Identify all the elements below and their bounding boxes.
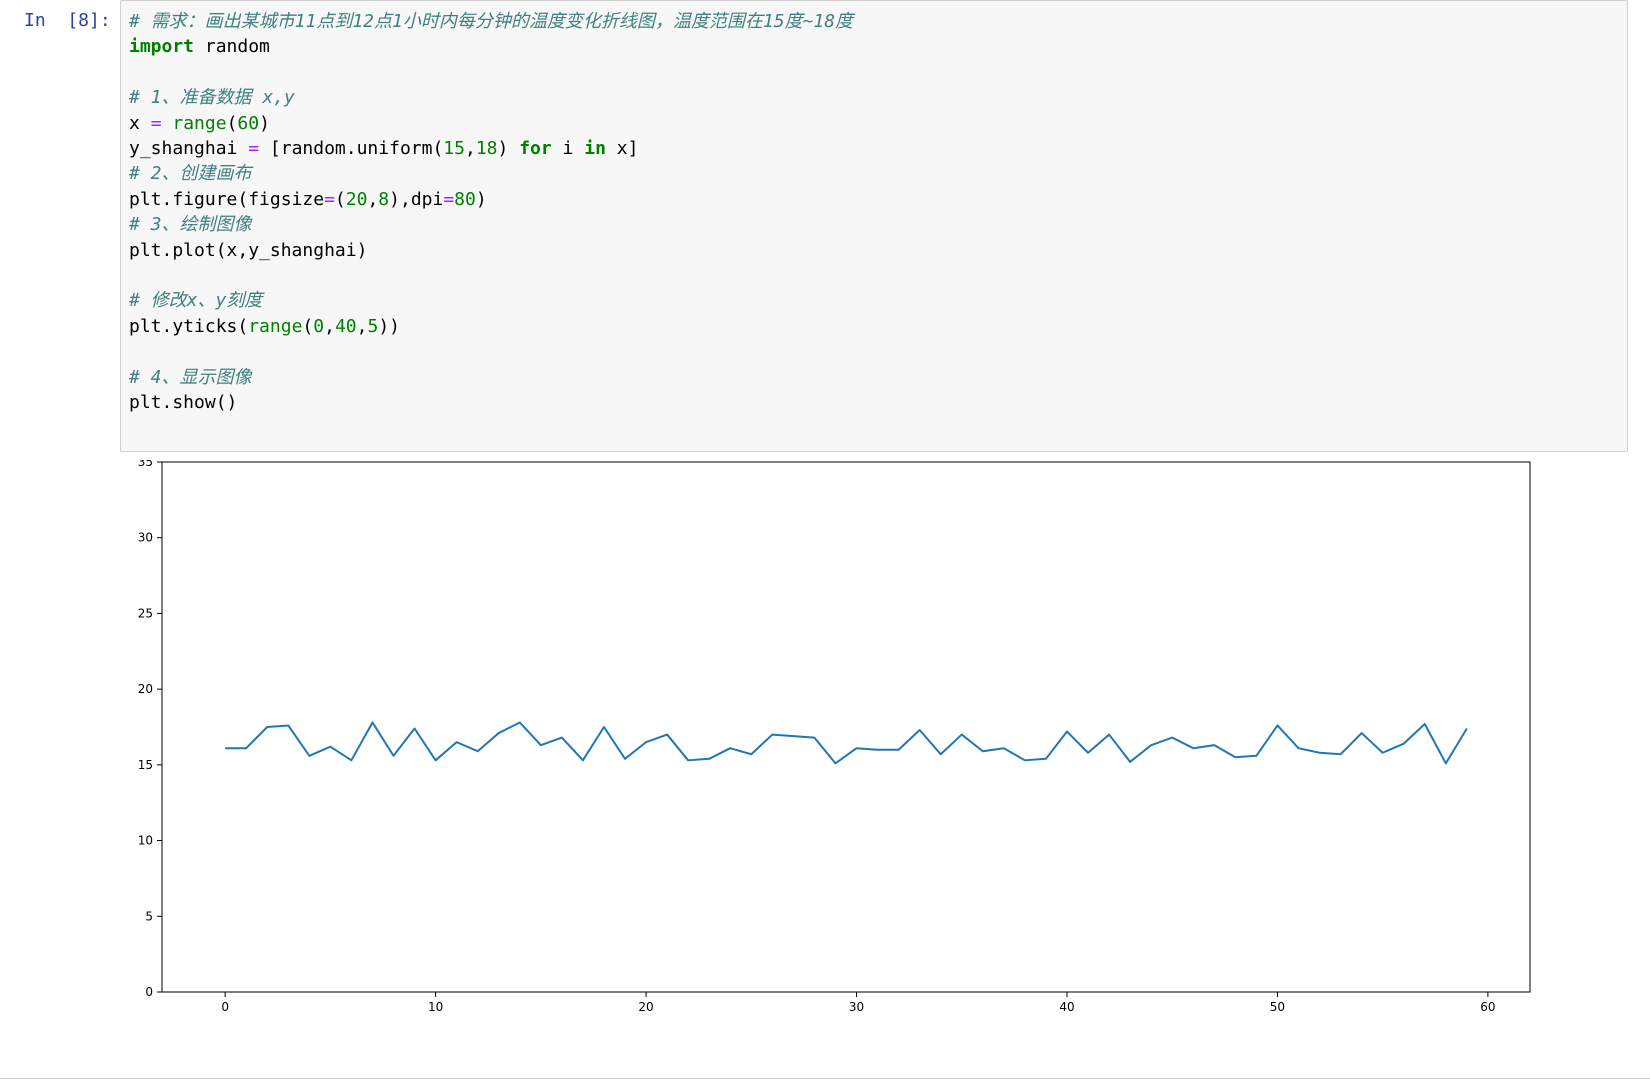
cell-divider <box>0 1078 1650 1079</box>
y-tick-label-35: 35 <box>138 460 153 469</box>
cell-output: 0 5 10 15 20 25 30 35 0 10 20 30 40 50 60 <box>120 455 1640 1080</box>
cell-prompt: In [8]: <box>24 10 111 31</box>
line-chart: 0 5 10 15 20 25 30 35 0 10 20 30 40 50 60 <box>138 455 1531 1014</box>
code-line-15: # 4、显示图像 <box>129 366 252 388</box>
code-line-8: plt.figure(figsize=(20,8),dpi=80) <box>129 188 487 210</box>
x-tick-label-0: 0 <box>221 1000 229 1014</box>
x-tick-label-30: 30 <box>849 1000 864 1014</box>
y-tick-label-0: 0 <box>145 985 153 999</box>
code-line-2: import random <box>129 36 270 58</box>
y-tick-label-30: 30 <box>138 531 153 545</box>
series-line-0 <box>225 721 1468 765</box>
code-line-9: # 3、绘制图像 <box>129 214 252 236</box>
code-line-13: plt.yticks(range(0,40,5)) <box>129 315 400 337</box>
code-line-10: plt.plot(x,y_shanghai) <box>129 239 368 261</box>
x-tick-label-50: 50 <box>1270 1000 1285 1014</box>
y-tick-label-5: 5 <box>145 909 153 923</box>
x-tick-label-40: 40 <box>1059 1000 1074 1014</box>
x-tick-label-20: 20 <box>638 1000 653 1014</box>
plot-frame <box>161 461 1531 993</box>
y-tick-label-25: 25 <box>138 606 153 620</box>
code-line-12: # 修改x、y刻度 <box>129 290 263 312</box>
code-line-7: # 2、创建画布 <box>129 163 252 185</box>
y-tick-label-20: 20 <box>138 682 153 696</box>
x-tick-label-60: 60 <box>1480 1000 1495 1014</box>
code-cell-input[interactable]: # 需求：画出某城市11点到12点1小时内每分钟的温度变化折线图，温度范围在15… <box>120 0 1628 452</box>
code-line-1: # 需求：画出某城市11点到12点1小时内每分钟的温度变化折线图，温度范围在15… <box>129 11 854 32</box>
y-tick-label-10: 10 <box>138 834 153 848</box>
y-tick-label-15: 15 <box>138 758 153 772</box>
code-line-4: # 1、准备数据 x,y <box>129 87 295 109</box>
x-tick-label-10: 10 <box>428 1000 443 1014</box>
code-line-16: plt.show() <box>129 392 238 414</box>
code-editor[interactable]: # 需求：画出某城市11点到12点1小时内每分钟的温度变化折线图，温度范围在15… <box>129 9 853 416</box>
code-line-5: x = range(60) <box>129 112 270 134</box>
code-line-6: y_shanghai = [random.uniform(15,18) for … <box>129 138 639 160</box>
kw-import: import <box>129 36 195 58</box>
